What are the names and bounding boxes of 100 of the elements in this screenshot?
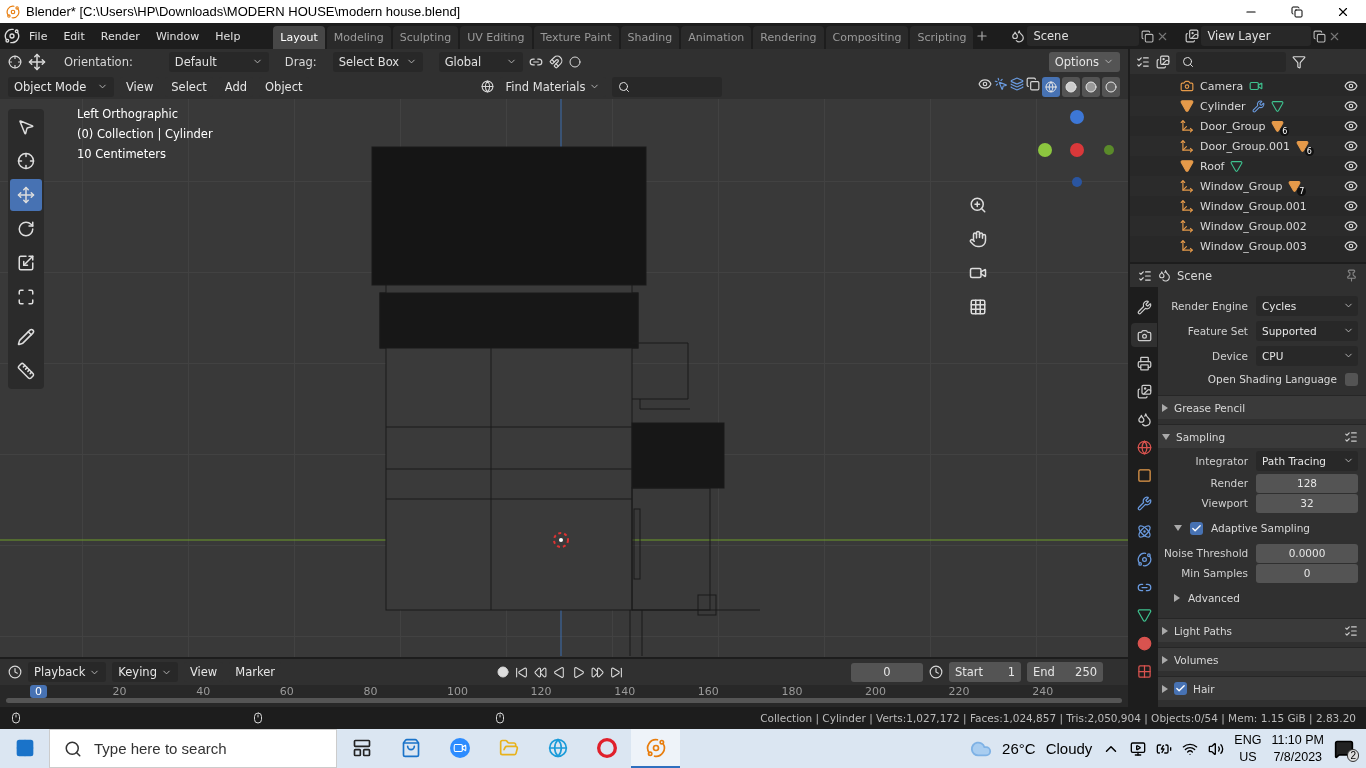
display-mode-icon[interactable] [1156,54,1170,69]
search-field[interactable] [612,76,723,97]
properties-type-icon[interactable] [1138,268,1152,283]
workspace-tab[interactable]: Compositing [825,25,909,49]
filter-icon[interactable] [1292,54,1306,69]
outliner-item[interactable]: Window_Group.001 [1200,199,1307,213]
eye-icon[interactable] [1344,119,1358,133]
language-indicator[interactable]: ENG US [1234,731,1262,766]
subpanel-header[interactable]: Adaptive Sampling [1164,513,1358,543]
empty-axes-icon[interactable] [1180,119,1194,133]
panel-header[interactable]: Light Paths [1158,618,1366,642]
empty-axes-icon[interactable] [1180,179,1194,193]
taskbar-search-field[interactable]: Type here to search [49,729,337,768]
number-field[interactable]: 32 [1256,493,1358,513]
outliner-item[interactable]: Window_Group.003 [1200,239,1307,253]
current-frame-field[interactable]: 0 [851,662,923,682]
empty-axes-icon[interactable] [1180,239,1194,253]
property-dropdown[interactable]: Supported [1256,320,1358,341]
camera-data-icon[interactable] [1249,79,1264,93]
empty-axes-icon[interactable] [1180,199,1194,213]
eye-icon[interactable] [1344,179,1358,193]
copy-icon[interactable] [1313,29,1327,43]
menu-item[interactable]: Window [148,26,207,46]
subpanel-header[interactable]: Advanced [1164,583,1358,613]
copy-icon[interactable] [1141,29,1155,43]
jump-start-icon[interactable] [515,665,528,679]
mode-dropdown[interactable]: Object Mode [8,76,114,97]
outliner-type-icon[interactable] [1136,54,1150,69]
mesh-icon[interactable] [1295,139,1309,153]
shading-mode-button[interactable] [1042,76,1060,97]
mesh-icon[interactable] [1288,179,1302,193]
stopwatch-icon[interactable] [929,665,943,679]
play-reverse-icon[interactable] [553,665,566,679]
mesh-icon[interactable] [1271,119,1285,133]
timeline-menu[interactable]: Playback [28,662,107,682]
workspace-tab[interactable]: Sculpting [392,25,459,49]
blender-logo-icon[interactable] [4,28,20,44]
globe-icon[interactable] [480,80,494,93]
pin-icon[interactable] [1345,269,1358,282]
outliner-search-field[interactable] [1176,51,1286,72]
eye-icon[interactable] [1344,219,1358,233]
wrench-icon[interactable] [1251,99,1265,113]
menu-item[interactable]: Edit [56,26,92,46]
eye-icon[interactable] [1344,99,1358,113]
eye-icon[interactable] [1344,239,1358,253]
menu-item[interactable]: File [22,26,55,46]
menu-item[interactable]: Render [93,26,147,46]
mesh-data-icon[interactable] [1270,99,1284,113]
shading-mode-button[interactable] [1102,76,1120,97]
keyframe-forward-icon[interactable] [591,665,604,679]
mesh-icon[interactable] [1180,159,1194,173]
keyframe-back-icon[interactable] [534,665,547,679]
view-layer-selector-icon[interactable] [1185,29,1200,43]
volume-icon[interactable] [1208,740,1225,757]
view-layer-field[interactable]: View Layer [1201,26,1312,46]
workspace-tab[interactable]: Rendering [753,25,824,49]
end-frame-field[interactable]: End 250 [1027,662,1103,682]
presets-list-icon[interactable] [1344,429,1358,444]
move-gizmo-icon[interactable] [28,52,46,71]
property-dropdown[interactable]: Path Tracing [1256,450,1358,471]
outliner-item[interactable]: Camera [1200,79,1244,93]
start-frame-field[interactable]: Start 1 [949,662,1021,682]
workspace-tab[interactable]: UV Editing [460,25,532,49]
eye-icon[interactable] [1344,79,1358,93]
clock[interactable]: 11:10 PM 7/8/2023 [1271,731,1324,766]
workspace-tab[interactable]: Modeling [326,25,391,49]
blender-app-icon[interactable] [631,729,680,768]
number-field[interactable]: 0 [1256,563,1358,583]
checkbox[interactable] [1345,372,1358,386]
eye-icon[interactable] [1344,199,1358,213]
record-icon[interactable] [497,665,509,679]
eye-icon[interactable] [1344,159,1358,173]
property-dropdown[interactable]: Cycles [1256,295,1358,316]
timeline-scrollbar[interactable] [6,698,1122,703]
menu-item[interactable]: Help [208,26,248,46]
checkbox[interactable] [1190,521,1203,535]
workspace-tab[interactable]: Animation [681,25,752,49]
outliner-item[interactable]: Door_Group.001 [1200,139,1290,153]
clock-icon[interactable] [8,665,22,679]
search-icon[interactable] [1182,55,1194,68]
jump-end-icon[interactable] [610,665,623,679]
scene-selector-icon[interactable] [1011,29,1026,43]
orientation-dropdown[interactable]: Default [168,51,269,72]
snap-magnet-icon[interactable] [548,54,563,69]
outliner-item[interactable]: Door_Group [1200,119,1266,133]
drag-dropdown[interactable]: Select Box [332,51,423,72]
search-icon[interactable] [64,739,82,758]
editor-type-icon[interactable] [8,54,22,69]
panel-header[interactable]: Volumes [1158,647,1366,671]
search-icon[interactable] [618,80,631,93]
panel-header[interactable]: Sampling [1158,424,1366,448]
outliner-item[interactable]: Window_Group [1200,179,1283,193]
outliner-item[interactable]: Roof [1200,159,1225,173]
shading-mode-button[interactable] [1062,76,1080,97]
outliner-item[interactable]: Window_Group.002 [1200,219,1307,233]
workspace-tab[interactable]: Scripting [910,25,974,49]
mesh-icon[interactable] [1180,99,1194,113]
number-field[interactable]: 128 [1256,473,1358,493]
notification-icon[interactable] [1334,738,1354,759]
property-dropdown[interactable]: CPU [1256,345,1358,366]
